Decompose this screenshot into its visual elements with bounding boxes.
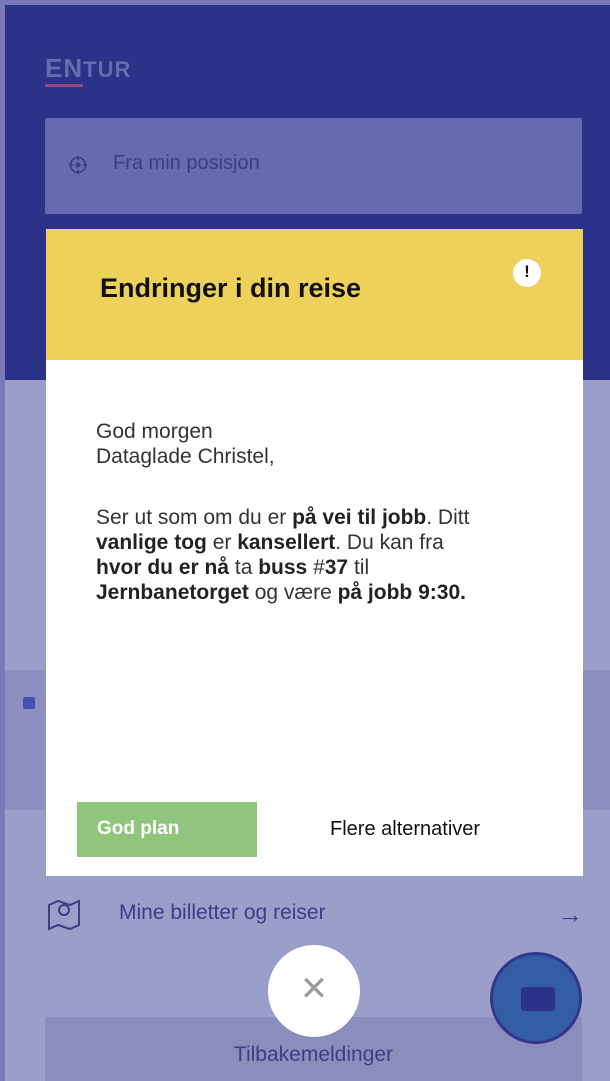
message-highlight: på vei til jobb bbox=[292, 506, 427, 529]
message-text: er bbox=[206, 531, 238, 554]
message-text: og være bbox=[248, 581, 338, 604]
message-text: til bbox=[348, 556, 370, 579]
greeting-line-1: God morgen bbox=[96, 420, 213, 443]
message-highlight: Jernbanetorget bbox=[96, 581, 249, 604]
more-alternatives-button[interactable]: Flere alternativer bbox=[330, 818, 480, 841]
message-text: # bbox=[307, 556, 325, 579]
message-highlight: vanlige tog bbox=[96, 531, 207, 554]
message-paragraph: Ser ut som om du er på vei til jobb. Dit… bbox=[96, 505, 486, 605]
travel-change-modal: Endringer i din reise ! God morgen Datag… bbox=[46, 229, 583, 876]
greeting-line-2: Dataglade Christel, bbox=[96, 445, 275, 468]
modal-message: God morgen Dataglade Christel, Ser ut so… bbox=[96, 419, 486, 605]
message-text: ta bbox=[229, 556, 259, 579]
modal-header: Endringer i din reise ! bbox=[46, 229, 583, 360]
modal-title: Endringer i din reise bbox=[100, 273, 362, 303]
message-highlight: 37 bbox=[324, 556, 349, 579]
warning-icon: ! bbox=[513, 259, 541, 287]
message-highlight: buss bbox=[258, 556, 308, 579]
warning-glyph: ! bbox=[524, 262, 530, 281]
message-text: . Du kan fra bbox=[335, 531, 444, 554]
close-icon: ✕ bbox=[299, 970, 329, 1008]
message-highlight: på jobb 9:30. bbox=[337, 581, 466, 604]
message-text: . Ditt bbox=[426, 506, 470, 529]
good-plan-label: God plan bbox=[97, 818, 180, 839]
message-highlight: kansellert bbox=[237, 531, 336, 554]
close-button[interactable]: ✕ bbox=[268, 945, 360, 1037]
message-text: Ser ut som om du er bbox=[96, 506, 293, 529]
message-highlight: hvor du er nå bbox=[96, 556, 230, 579]
good-plan-button[interactable]: God plan bbox=[77, 802, 257, 857]
